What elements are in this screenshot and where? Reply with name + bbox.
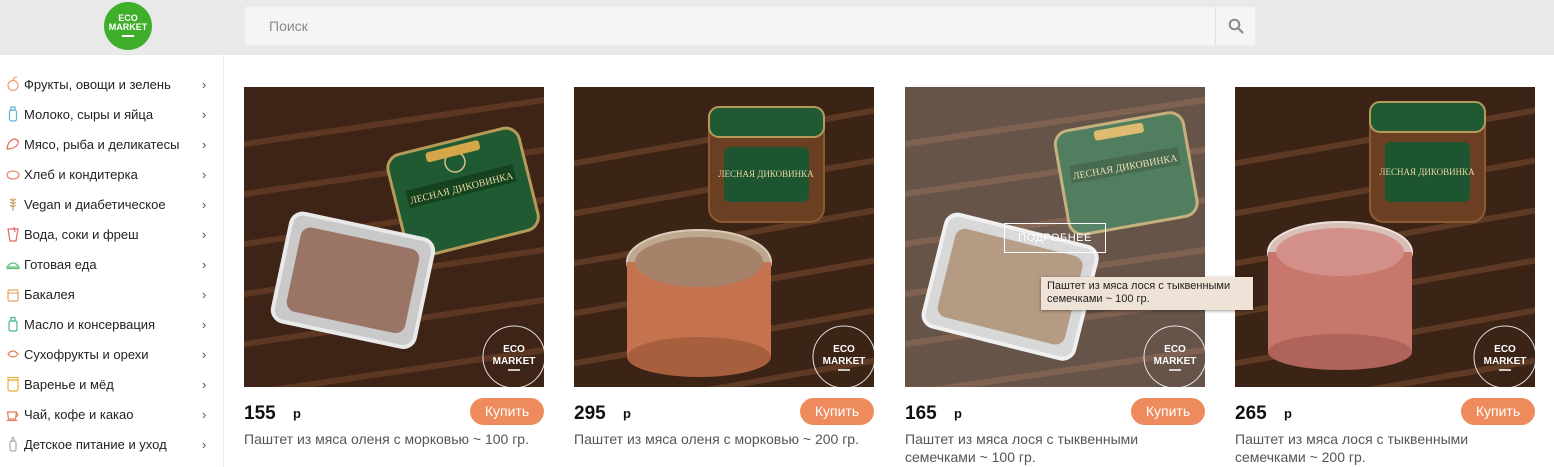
product-card[interactable]: ЛЕСНАЯ ДИКОВИНКА ECO MARKET 265 р Купить…: [1235, 87, 1535, 467]
search-input[interactable]: [245, 7, 1217, 45]
product-name[interactable]: Паштет из мяса лося с тыквенными семечка…: [1235, 430, 1535, 466]
chevron-right-icon: ›: [202, 76, 207, 92]
category-item-ready-food[interactable]: Готовая еда ›: [0, 249, 224, 279]
category-label: Vegan и диабетическое: [24, 196, 166, 212]
buy-button[interactable]: Купить: [800, 398, 874, 425]
product-image-brand-text: ЛЕСНАЯ ДИКОВИНКА: [718, 169, 814, 179]
category-label: Готовая еда: [24, 256, 97, 272]
nuts-icon: [6, 346, 20, 362]
category-label: Хлеб и кондитерка: [24, 166, 138, 182]
category-item-bread[interactable]: Хлеб и кондитерка ›: [0, 159, 224, 189]
product-name[interactable]: Паштет из мяса оленя с морковью ~ 100 гр…: [244, 430, 544, 448]
currency-label: р: [293, 406, 301, 421]
baby-bottle-icon: [6, 436, 20, 452]
chevron-right-icon: ›: [202, 406, 207, 422]
category-label: Фрукты, овощи и зелень: [24, 76, 171, 92]
fruit-icon: [6, 76, 20, 92]
milk-icon: [6, 106, 20, 122]
chevron-right-icon: ›: [202, 166, 207, 182]
category-item-dairy[interactable]: Молоко, сыры и яйца ›: [0, 99, 224, 129]
chevron-right-icon: ›: [202, 106, 207, 122]
search-button[interactable]: [1215, 7, 1255, 45]
product-image[interactable]: ЛЕСНАЯ ДИКОВИНКА ECO MARKET ПОДРОБНЕЕ: [905, 87, 1205, 387]
category-label: Вода, соки и фреш: [24, 226, 139, 242]
chevron-right-icon: ›: [202, 316, 207, 332]
product-image[interactable]: ЛЕСНАЯ ДИКОВИНКА ECO MARKET: [244, 87, 544, 387]
category-item-tea[interactable]: Чай, кофе и какао ›: [0, 399, 224, 429]
chevron-right-icon: ›: [202, 376, 207, 392]
category-item-oil[interactable]: Масло и консервация ›: [0, 309, 224, 339]
product-card[interactable]: ЛЕСНАЯ ДИКОВИНКА ECO MARKET 295 р Купить…: [574, 87, 874, 467]
category-item-baby[interactable]: Детское питание и уход ›: [0, 429, 224, 459]
category-sidebar: Фрукты, овощи и зелень › Молоко, сыры и …: [0, 55, 224, 467]
product-image[interactable]: ЛЕСНАЯ ДИКОВИНКА ECO MARKET: [574, 87, 874, 387]
grocery-icon: [6, 286, 20, 302]
category-label: Сухофрукты и орехи: [24, 346, 149, 362]
category-label: Чай, кофе и какао: [24, 406, 134, 422]
category-item-nuts[interactable]: Сухофрукты и орехи ›: [0, 339, 224, 369]
watermark-eco-text: ECO: [503, 344, 525, 355]
oil-icon: [6, 316, 20, 332]
bread-icon: [6, 166, 20, 182]
currency-label: р: [1284, 406, 1292, 421]
chevron-right-icon: ›: [202, 436, 207, 452]
watermark-eco-text: ECO: [833, 344, 855, 355]
chevron-right-icon: ›: [202, 226, 207, 242]
meat-icon: [6, 136, 20, 152]
product-name[interactable]: Паштет из мяса лося с тыквенными семечка…: [905, 430, 1205, 466]
buy-button[interactable]: Купить: [1131, 398, 1205, 425]
buy-button[interactable]: Купить: [1461, 398, 1535, 425]
chevron-right-icon: ›: [202, 196, 207, 212]
product-tooltip: Паштет из мяса лося с тыквенными семечка…: [1041, 277, 1253, 310]
chevron-right-icon: ›: [202, 256, 207, 272]
watermark-market-text: MARKET: [823, 356, 866, 367]
chevron-right-icon: ›: [202, 346, 207, 362]
product-price: 295: [574, 403, 606, 424]
category-item-fruits[interactable]: Фрукты, овощи и зелень ›: [0, 69, 224, 99]
product-name[interactable]: Паштет из мяса оленя с морковью ~ 200 гр…: [574, 430, 874, 448]
header: ECO MARKET: [0, 0, 1554, 55]
wheat-icon: [6, 196, 20, 212]
drink-icon: [6, 226, 20, 242]
buy-button[interactable]: Купить: [470, 398, 544, 425]
watermark-eco-text: ECO: [1494, 344, 1516, 355]
currency-label: р: [954, 406, 962, 421]
category-item-meat[interactable]: Мясо, рыба и деликатесы ›: [0, 129, 224, 159]
category-label: Детское питание и уход: [24, 436, 167, 452]
product-image-brand-text: ЛЕСНАЯ ДИКОВИНКА: [1379, 167, 1475, 177]
product-card[interactable]: ЛЕСНАЯ ДИКОВИНКА ECO MARKET ПОДРОБНЕЕ Па…: [905, 87, 1253, 467]
product-card[interactable]: ЛЕСНАЯ ДИКОВИНКА ECO MARKET 155 р Купить…: [244, 87, 544, 467]
category-label: Варенье и мёд: [24, 376, 114, 392]
category-label: Бакалея: [24, 286, 75, 302]
dish-icon: [6, 256, 20, 272]
category-label: Масло и консервация: [24, 316, 156, 332]
category-label: Молоко, сыры и яйца: [24, 106, 154, 122]
search-icon: [1228, 18, 1244, 34]
logo-text-market: MARKET: [108, 22, 148, 32]
jam-icon: [6, 376, 20, 392]
watermark-market-text: MARKET: [493, 356, 536, 367]
search-bar: [244, 6, 1256, 46]
category-item-jam[interactable]: Варенье и мёд ›: [0, 369, 224, 399]
product-image[interactable]: ЛЕСНАЯ ДИКОВИНКА ECO MARKET: [1235, 87, 1535, 387]
chevron-right-icon: ›: [202, 136, 207, 152]
category-item-grocery[interactable]: Бакалея ›: [0, 279, 224, 309]
watermark-market-text: MARKET: [1154, 356, 1197, 367]
product-price: 165: [905, 403, 937, 424]
category-label: Мясо, рыба и деликатесы: [24, 136, 180, 152]
watermark-eco-text: ECO: [1164, 344, 1186, 355]
chevron-right-icon: ›: [202, 286, 207, 302]
category-item-drinks[interactable]: Вода, соки и фреш ›: [0, 219, 224, 249]
watermark-market-text: MARKET: [1484, 356, 1527, 367]
currency-label: р: [623, 406, 631, 421]
eco-market-logo[interactable]: ECO MARKET: [104, 2, 152, 50]
tea-icon: [6, 406, 20, 422]
product-price: 265: [1235, 403, 1267, 424]
more-details-button[interactable]: ПОДРОБНЕЕ: [1004, 223, 1106, 253]
category-item-vegan[interactable]: Vegan и диабетическое ›: [0, 189, 224, 219]
product-price: 155: [244, 403, 276, 424]
